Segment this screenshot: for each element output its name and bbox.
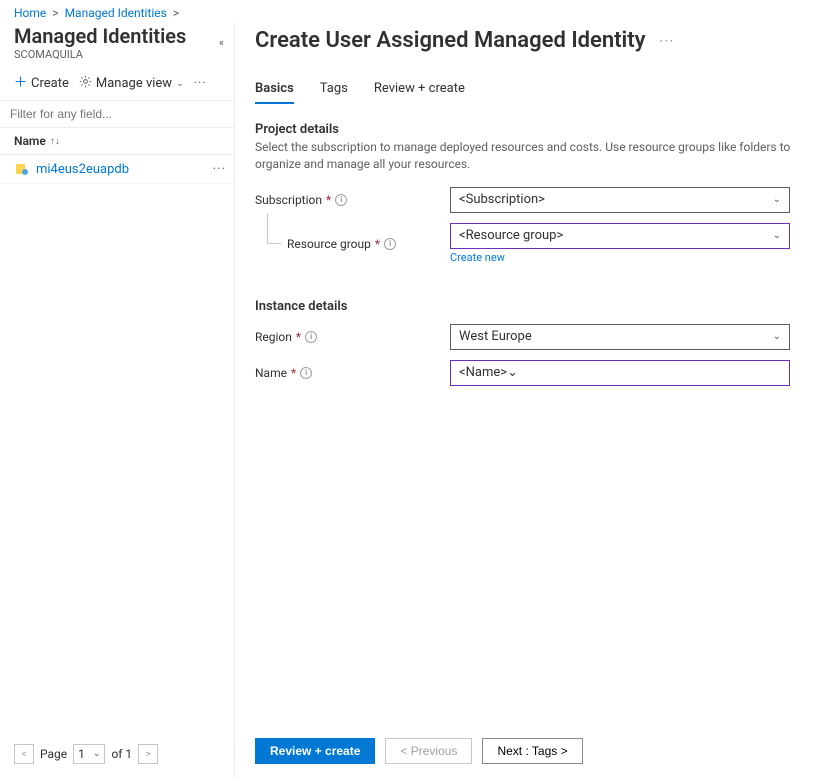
name-input[interactable]: <Name> ⌄ (450, 360, 790, 386)
sidebar-title: Managed Identities (14, 24, 220, 48)
resource-group-value: <Resource group> (459, 228, 563, 243)
pager-page-label: Page (40, 747, 67, 761)
list-item[interactable]: mi4eus2euapdb ··· (0, 155, 234, 184)
main-panel: Create User Assigned Managed Identity ··… (235, 22, 821, 778)
tab-review-create[interactable]: Review + create (374, 81, 465, 104)
sidebar-subtitle: SCOMAQUILA (14, 48, 220, 61)
required-asterisk: * (291, 366, 296, 380)
project-details-description: Select the subscription to manage deploy… (255, 139, 801, 173)
name-value: <Name> (459, 365, 507, 380)
project-details-heading: Project details (255, 122, 801, 137)
info-icon[interactable]: i (305, 331, 317, 343)
chevron-down-icon: ⌄ (507, 365, 518, 380)
next-button[interactable]: Next : Tags > (482, 738, 582, 764)
subscription-value: <Subscription> (459, 192, 545, 207)
create-label: Create (31, 76, 69, 91)
info-icon[interactable]: i (335, 194, 347, 206)
chevron-down-icon: ⌄ (773, 331, 781, 342)
subscription-select[interactable]: <Subscription> ⌄ (450, 187, 790, 213)
create-new-link[interactable]: Create new (450, 251, 505, 264)
region-select[interactable]: West Europe ⌄ (450, 324, 790, 350)
create-button[interactable]: Create (14, 75, 69, 92)
manage-view-button[interactable]: Manage view ⌄ (79, 75, 184, 92)
tab-strip: Basics Tags Review + create (255, 81, 801, 104)
sidebar: Managed Identities SCOMAQUILA « Create M… (0, 22, 235, 778)
gear-icon (79, 75, 92, 92)
chevron-down-icon: ⌄ (93, 749, 101, 759)
review-create-button[interactable]: Review + create (255, 738, 375, 764)
plus-icon (14, 75, 27, 92)
resource-group-label: Resource group (287, 237, 371, 251)
chevron-down-icon: ⌄ (773, 230, 781, 241)
tab-tags[interactable]: Tags (320, 81, 348, 104)
list-column-header[interactable]: Name ↑↓ (0, 128, 234, 155)
sort-arrow-icon: ↑↓ (50, 136, 60, 147)
pager-page-select[interactable]: 1 ⌄ (73, 744, 105, 764)
info-icon[interactable]: i (384, 238, 396, 250)
required-asterisk: * (375, 237, 380, 251)
panel-title: Create User Assigned Managed Identity (255, 28, 646, 53)
tab-basics[interactable]: Basics (255, 81, 294, 104)
pager-current: 1 (78, 747, 85, 761)
panel-more-icon[interactable]: ··· (660, 34, 675, 48)
breadcrumb-sep: > (52, 6, 58, 20)
resource-group-select[interactable]: <Resource group> ⌄ (450, 223, 790, 249)
pager: < Page 1 ⌄ of 1 > (14, 744, 158, 764)
required-asterisk: * (296, 330, 301, 344)
pager-next-button[interactable]: > (138, 744, 158, 764)
name-label: Name (255, 366, 287, 380)
breadcrumb-managed-identities[interactable]: Managed Identities (65, 6, 167, 20)
info-icon[interactable]: i (300, 367, 312, 379)
column-name-label: Name (14, 134, 46, 148)
manage-view-label: Manage view (96, 76, 172, 91)
breadcrumb-home[interactable]: Home (14, 6, 46, 20)
collapse-icon[interactable]: « (219, 36, 224, 49)
previous-button[interactable]: < Previous (385, 738, 472, 764)
list-item-label: mi4eus2euapdb (36, 162, 129, 177)
required-asterisk: * (326, 193, 331, 207)
pager-prev-button[interactable]: < (14, 744, 34, 764)
managed-identity-icon (14, 161, 30, 177)
chevron-down-icon: ⌄ (773, 194, 781, 205)
instance-details-heading: Instance details (255, 299, 801, 314)
pager-of-label: of 1 (111, 747, 132, 761)
region-label: Region (255, 330, 292, 344)
filter-input[interactable] (0, 101, 234, 127)
subscription-label: Subscription (255, 193, 322, 207)
breadcrumb-sep: > (173, 6, 179, 20)
toolbar-more-icon[interactable]: ··· (194, 76, 207, 91)
footer-bar: Review + create < Previous Next : Tags > (255, 728, 801, 764)
region-value: West Europe (459, 329, 532, 344)
row-more-icon[interactable]: ··· (213, 162, 226, 177)
breadcrumb: Home > Managed Identities > (0, 0, 821, 22)
chevron-down-icon: ⌄ (176, 79, 184, 89)
